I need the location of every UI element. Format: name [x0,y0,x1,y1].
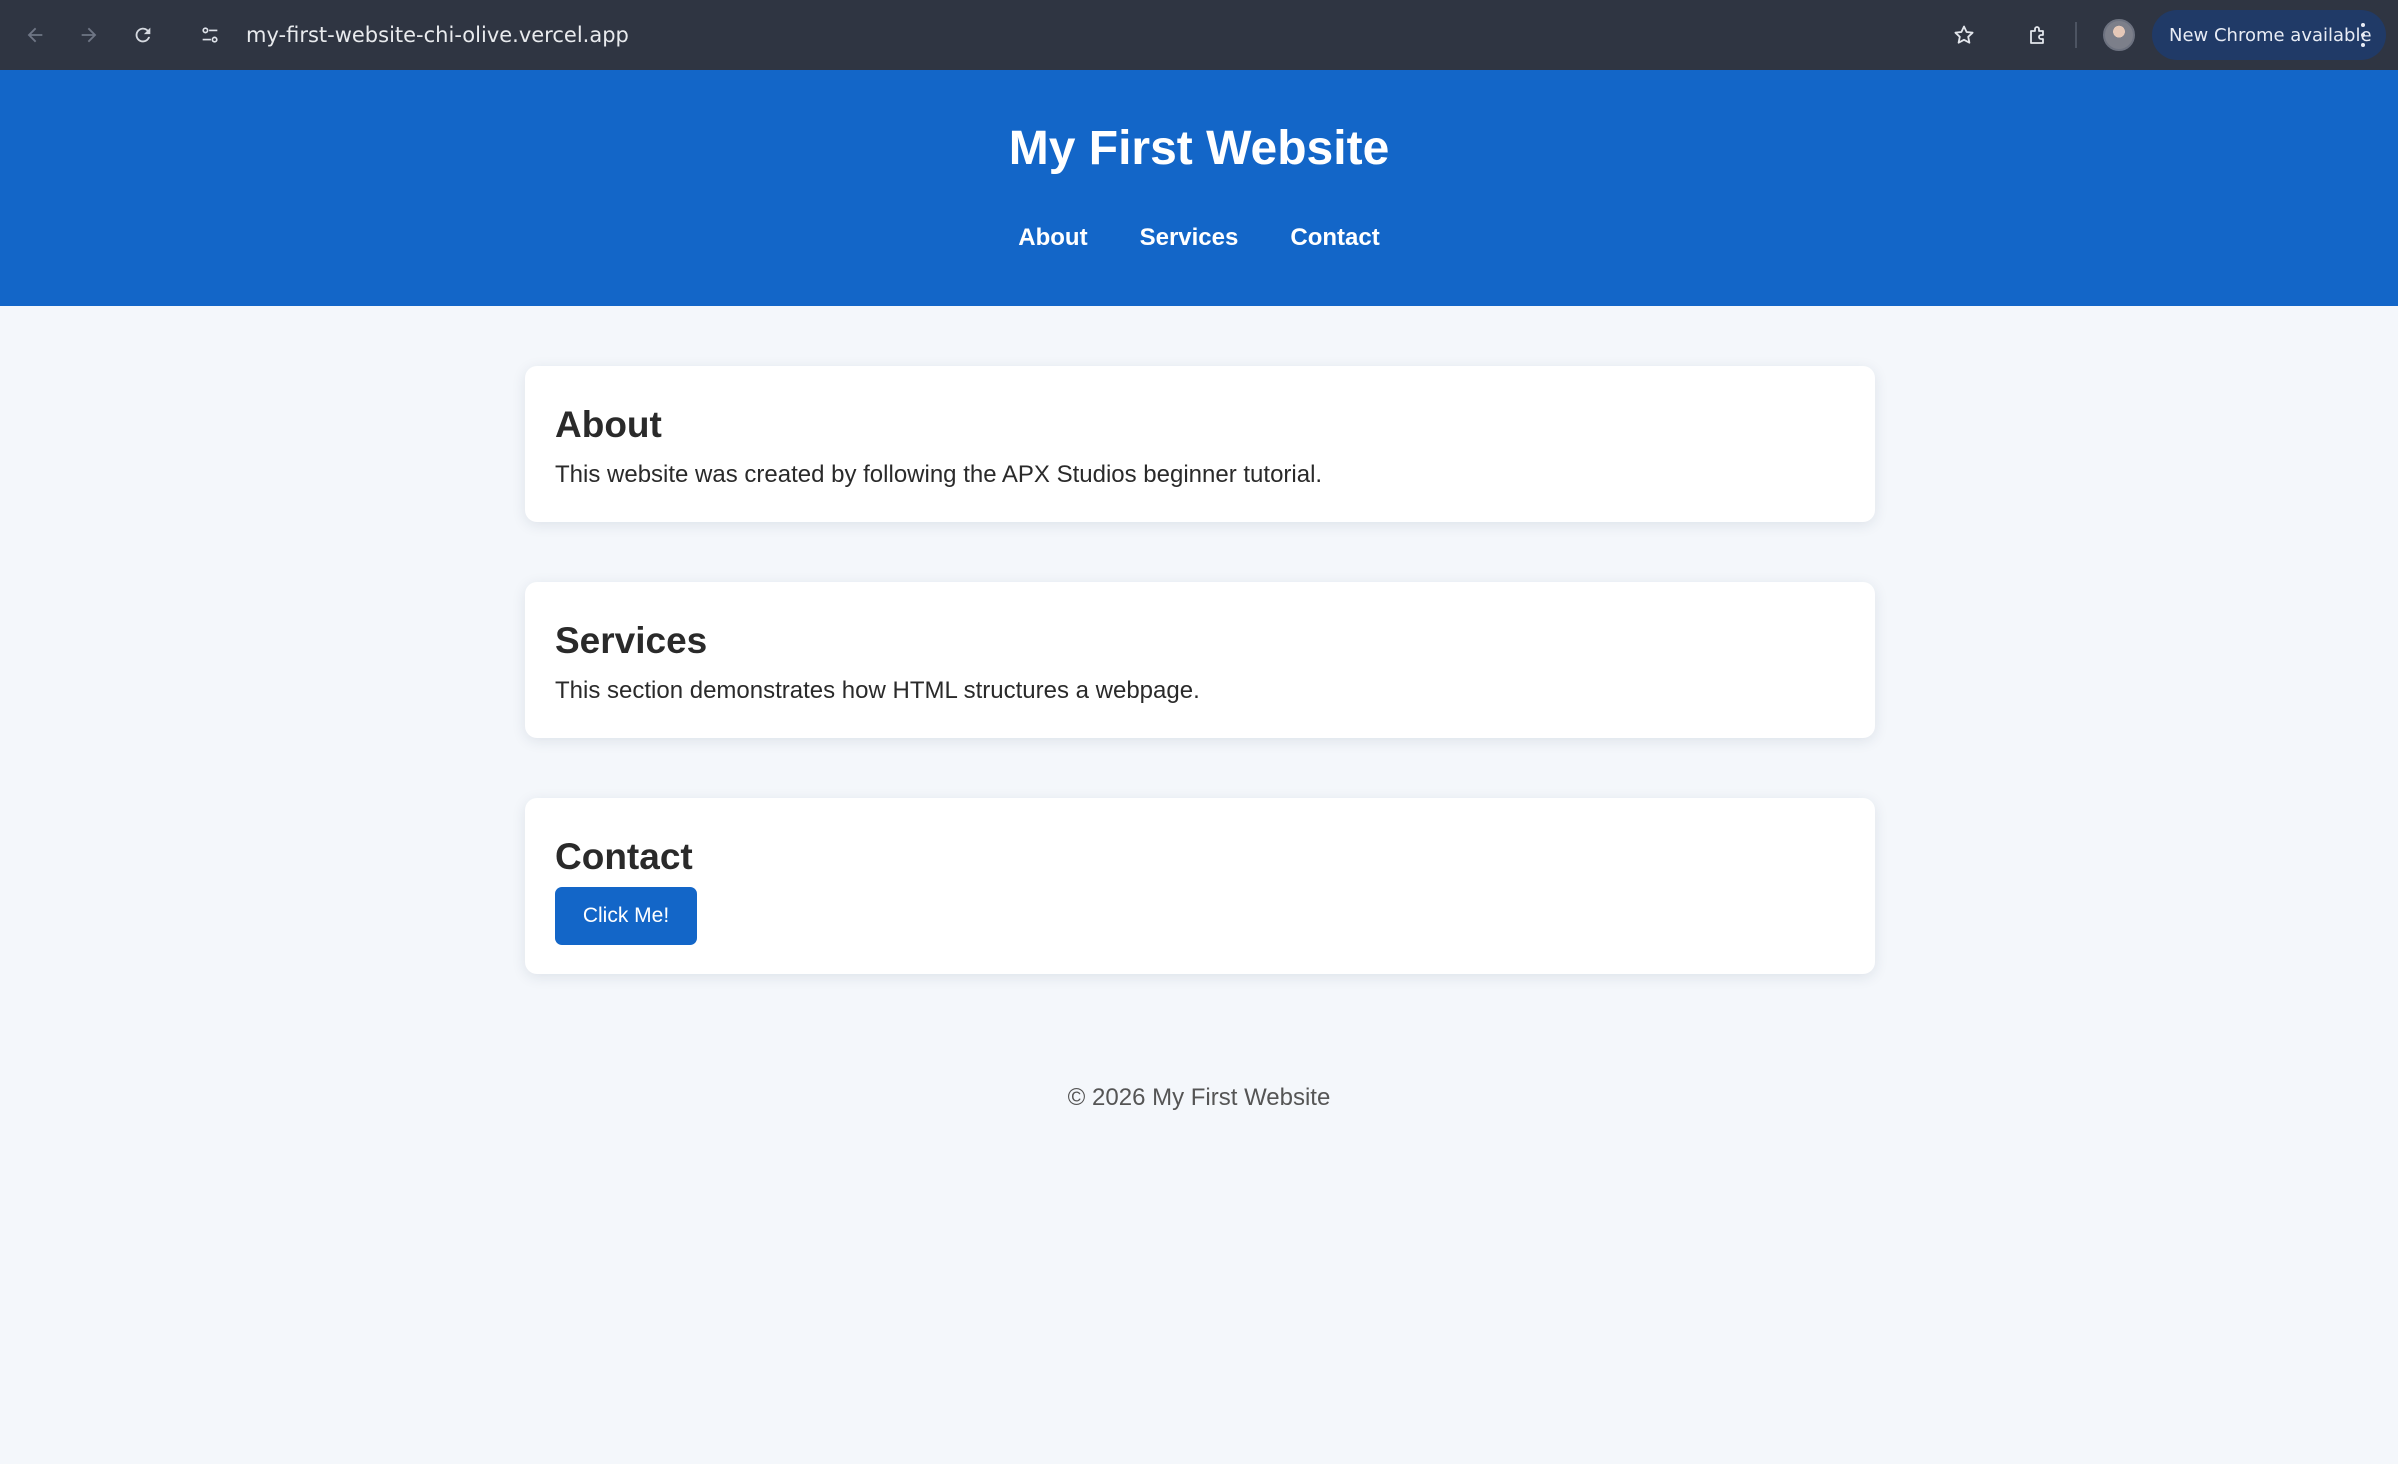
forward-arrow-icon[interactable] [62,8,116,62]
address-bar[interactable]: my-first-website-chi-olive.vercel.app [182,12,1982,58]
url-text[interactable]: my-first-website-chi-olive.vercel.app [246,23,629,47]
contact-section: Contact Click Me! [525,798,1875,974]
site-footer: © 2026 My First Website [0,1084,2398,1112]
nav-link-services[interactable]: Services [1140,226,1239,250]
about-text: This website was created by following th… [555,461,1323,488]
about-heading: About [555,404,662,445]
site-header: My First Website About Services Contact [0,70,2398,306]
site-nav: About Services Contact [0,226,2398,250]
toolbar-divider [2075,22,2077,48]
browser-toolbar: my-first-website-chi-olive.vercel.app Ne… [0,0,2398,70]
click-me-button[interactable]: Click Me! [555,887,697,945]
extensions-icon[interactable] [2014,11,2062,59]
services-section: Services This section demonstrates how H… [525,582,1875,738]
bookmark-star-icon[interactable] [1940,11,1988,59]
about-section: About This website was created by follow… [525,366,1875,522]
contact-heading: Contact [555,836,693,877]
nav-link-about[interactable]: About [1018,226,1087,250]
site-info-icon[interactable] [190,15,230,55]
footer-text: © 2026 My First Website [1067,1084,1331,1111]
profile-avatar[interactable] [2103,19,2135,51]
chrome-update-label: New Chrome available [2169,24,2372,46]
more-menu-icon[interactable] [2360,23,2366,47]
site-title: My First Website [1008,122,1390,175]
services-text: This section demonstrates how HTML struc… [555,677,1200,704]
chrome-update-button[interactable]: New Chrome available [2152,10,2386,60]
services-heading: Services [555,620,708,661]
reload-icon[interactable] [116,8,170,62]
nav-link-contact[interactable]: Contact [1290,226,1379,250]
back-arrow-icon[interactable] [8,8,62,62]
